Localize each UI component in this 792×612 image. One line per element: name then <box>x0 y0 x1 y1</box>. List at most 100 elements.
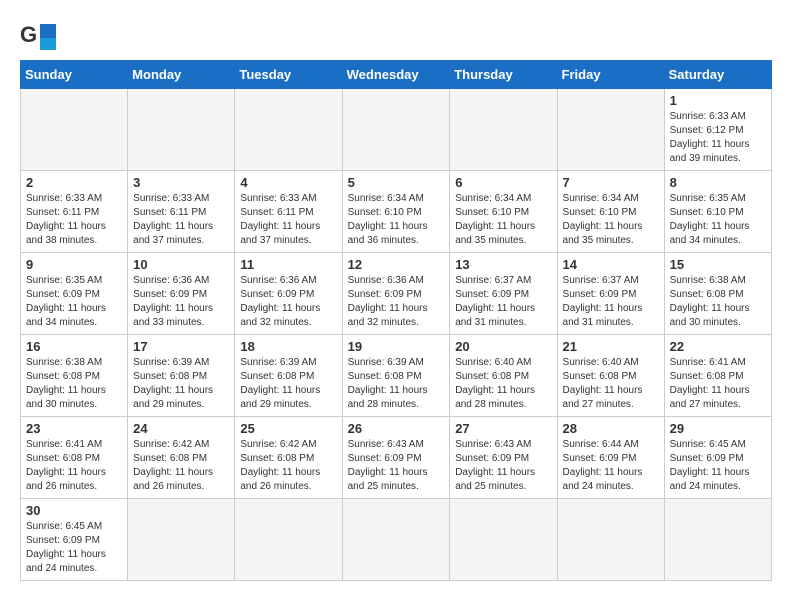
day-info: Sunrise: 6:44 AM Sunset: 6:09 PM Dayligh… <box>563 438 659 494</box>
day-number: 29 <box>670 421 766 436</box>
day-header-tuesday: Tuesday <box>235 61 342 89</box>
logo-icon: G <box>20 20 56 50</box>
day-info: Sunrise: 6:33 AM Sunset: 6:12 PM Dayligh… <box>670 110 766 166</box>
day-number: 9 <box>26 257 122 272</box>
day-header-monday: Monday <box>128 61 235 89</box>
day-info: Sunrise: 6:36 AM Sunset: 6:09 PM Dayligh… <box>240 274 336 330</box>
day-info: Sunrise: 6:33 AM Sunset: 6:11 PM Dayligh… <box>26 192 122 248</box>
day-info: Sunrise: 6:41 AM Sunset: 6:08 PM Dayligh… <box>26 438 122 494</box>
calendar-cell: 20 Sunrise: 6:40 AM Sunset: 6:08 PM Dayli… <box>450 335 557 417</box>
calendar-cell: 7 Sunrise: 6:34 AM Sunset: 6:10 PM Daylig… <box>557 171 664 253</box>
calendar-cell: 24 Sunrise: 6:42 AM Sunset: 6:08 PM Dayli… <box>128 417 235 499</box>
calendar-cell <box>128 89 235 171</box>
calendar-cell: 27Sunrise: 6:43 AM Sunset: 6:09 PM Dayli… <box>450 417 557 499</box>
day-header-wednesday: Wednesday <box>342 61 450 89</box>
calendar-cell: 11 Sunrise: 6:36 AM Sunset: 6:09 PM Dayli… <box>235 253 342 335</box>
day-number: 25 <box>240 421 336 436</box>
calendar-cell: 6 Sunrise: 6:34 AM Sunset: 6:10 PM Daylig… <box>450 171 557 253</box>
calendar-cell: 9Sunrise: 6:35 AM Sunset: 6:09 PM Daylig… <box>21 253 128 335</box>
day-number: 23 <box>26 421 122 436</box>
day-number: 14 <box>563 257 659 272</box>
calendar-cell: 21 Sunrise: 6:40 AM Sunset: 6:08 PM Dayli… <box>557 335 664 417</box>
day-info: Sunrise: 6:34 AM Sunset: 6:10 PM Dayligh… <box>563 192 659 248</box>
calendar-cell: 28Sunrise: 6:44 AM Sunset: 6:09 PM Dayli… <box>557 417 664 499</box>
day-number: 30 <box>26 503 122 518</box>
day-info: Sunrise: 6:37 AM Sunset: 6:09 PM Dayligh… <box>563 274 659 330</box>
day-number: 4 <box>240 175 336 190</box>
day-info: Sunrise: 6:40 AM Sunset: 6:08 PM Dayligh… <box>455 356 551 412</box>
calendar-cell <box>21 89 128 171</box>
calendar-cell <box>235 499 342 581</box>
day-info: Sunrise: 6:41 AM Sunset: 6:08 PM Dayligh… <box>670 356 766 412</box>
calendar: SundayMondayTuesdayWednesdayThursdayFrid… <box>20 60 772 581</box>
logo: G <box>20 20 62 50</box>
day-info: Sunrise: 6:40 AM Sunset: 6:08 PM Dayligh… <box>563 356 659 412</box>
calendar-cell: 16Sunrise: 6:38 AM Sunset: 6:08 PM Dayli… <box>21 335 128 417</box>
page-header: G <box>20 20 772 50</box>
calendar-cell <box>557 89 664 171</box>
calendar-cell: 5 Sunrise: 6:34 AM Sunset: 6:10 PM Daylig… <box>342 171 450 253</box>
day-number: 15 <box>670 257 766 272</box>
day-info: Sunrise: 6:39 AM Sunset: 6:08 PM Dayligh… <box>133 356 229 412</box>
day-info: Sunrise: 6:42 AM Sunset: 6:08 PM Dayligh… <box>133 438 229 494</box>
calendar-cell <box>557 499 664 581</box>
calendar-cell: 8 Sunrise: 6:35 AM Sunset: 6:10 PM Daylig… <box>664 171 771 253</box>
calendar-cell: 30 Sunrise: 6:45 AM Sunset: 6:09 PM Dayli… <box>21 499 128 581</box>
day-number: 10 <box>133 257 229 272</box>
calendar-cell <box>342 89 450 171</box>
calendar-cell <box>664 499 771 581</box>
day-header-sunday: Sunday <box>21 61 128 89</box>
calendar-cell: 15Sunrise: 6:38 AM Sunset: 6:08 PM Dayli… <box>664 253 771 335</box>
calendar-cell: 13Sunrise: 6:37 AM Sunset: 6:09 PM Dayli… <box>450 253 557 335</box>
day-info: Sunrise: 6:36 AM Sunset: 6:09 PM Dayligh… <box>348 274 445 330</box>
calendar-cell: 26 Sunrise: 6:43 AM Sunset: 6:09 PM Dayli… <box>342 417 450 499</box>
day-info: Sunrise: 6:45 AM Sunset: 6:09 PM Dayligh… <box>670 438 766 494</box>
day-number: 7 <box>563 175 659 190</box>
day-info: Sunrise: 6:39 AM Sunset: 6:08 PM Dayligh… <box>348 356 445 412</box>
calendar-cell: 29 Sunrise: 6:45 AM Sunset: 6:09 PM Dayli… <box>664 417 771 499</box>
calendar-cell: 12 Sunrise: 6:36 AM Sunset: 6:09 PM Dayli… <box>342 253 450 335</box>
calendar-cell: 17 Sunrise: 6:39 AM Sunset: 6:08 PM Dayli… <box>128 335 235 417</box>
calendar-cell: 4Sunrise: 6:33 AM Sunset: 6:11 PM Daylig… <box>235 171 342 253</box>
day-info: Sunrise: 6:34 AM Sunset: 6:10 PM Dayligh… <box>455 192 551 248</box>
calendar-cell: 2 Sunrise: 6:33 AM Sunset: 6:11 PM Daylig… <box>21 171 128 253</box>
day-number: 3 <box>133 175 229 190</box>
day-header-thursday: Thursday <box>450 61 557 89</box>
day-number: 17 <box>133 339 229 354</box>
calendar-cell: 22 Sunrise: 6:41 AM Sunset: 6:08 PM Dayli… <box>664 335 771 417</box>
day-number: 11 <box>240 257 336 272</box>
calendar-cell <box>450 499 557 581</box>
day-number: 21 <box>563 339 659 354</box>
day-number: 13 <box>455 257 551 272</box>
calendar-cell: 10 Sunrise: 6:36 AM Sunset: 6:09 PM Dayli… <box>128 253 235 335</box>
day-number: 12 <box>348 257 445 272</box>
day-info: Sunrise: 6:36 AM Sunset: 6:09 PM Dayligh… <box>133 274 229 330</box>
day-number: 8 <box>670 175 766 190</box>
calendar-cell <box>450 89 557 171</box>
calendar-cell <box>342 499 450 581</box>
calendar-cell: 19Sunrise: 6:39 AM Sunset: 6:08 PM Dayli… <box>342 335 450 417</box>
day-info: Sunrise: 6:38 AM Sunset: 6:08 PM Dayligh… <box>26 356 122 412</box>
calendar-cell: 3 Sunrise: 6:33 AM Sunset: 6:11 PM Daylig… <box>128 171 235 253</box>
day-info: Sunrise: 6:39 AM Sunset: 6:08 PM Dayligh… <box>240 356 336 412</box>
calendar-cell: 18 Sunrise: 6:39 AM Sunset: 6:08 PM Dayli… <box>235 335 342 417</box>
day-number: 6 <box>455 175 551 190</box>
day-number: 26 <box>348 421 445 436</box>
day-info: Sunrise: 6:42 AM Sunset: 6:08 PM Dayligh… <box>240 438 336 494</box>
calendar-cell: 23 Sunrise: 6:41 AM Sunset: 6:08 PM Dayli… <box>21 417 128 499</box>
calendar-cell <box>235 89 342 171</box>
day-info: Sunrise: 6:45 AM Sunset: 6:09 PM Dayligh… <box>26 520 122 576</box>
day-number: 20 <box>455 339 551 354</box>
day-number: 24 <box>133 421 229 436</box>
day-number: 22 <box>670 339 766 354</box>
day-info: Sunrise: 6:43 AM Sunset: 6:09 PM Dayligh… <box>348 438 445 494</box>
day-number: 2 <box>26 175 122 190</box>
day-info: Sunrise: 6:33 AM Sunset: 6:11 PM Dayligh… <box>133 192 229 248</box>
day-info: Sunrise: 6:35 AM Sunset: 6:10 PM Dayligh… <box>670 192 766 248</box>
day-number: 18 <box>240 339 336 354</box>
day-number: 27 <box>455 421 551 436</box>
day-number: 5 <box>348 175 445 190</box>
day-header-saturday: Saturday <box>664 61 771 89</box>
day-info: Sunrise: 6:34 AM Sunset: 6:10 PM Dayligh… <box>348 192 445 248</box>
day-number: 1 <box>670 93 766 108</box>
